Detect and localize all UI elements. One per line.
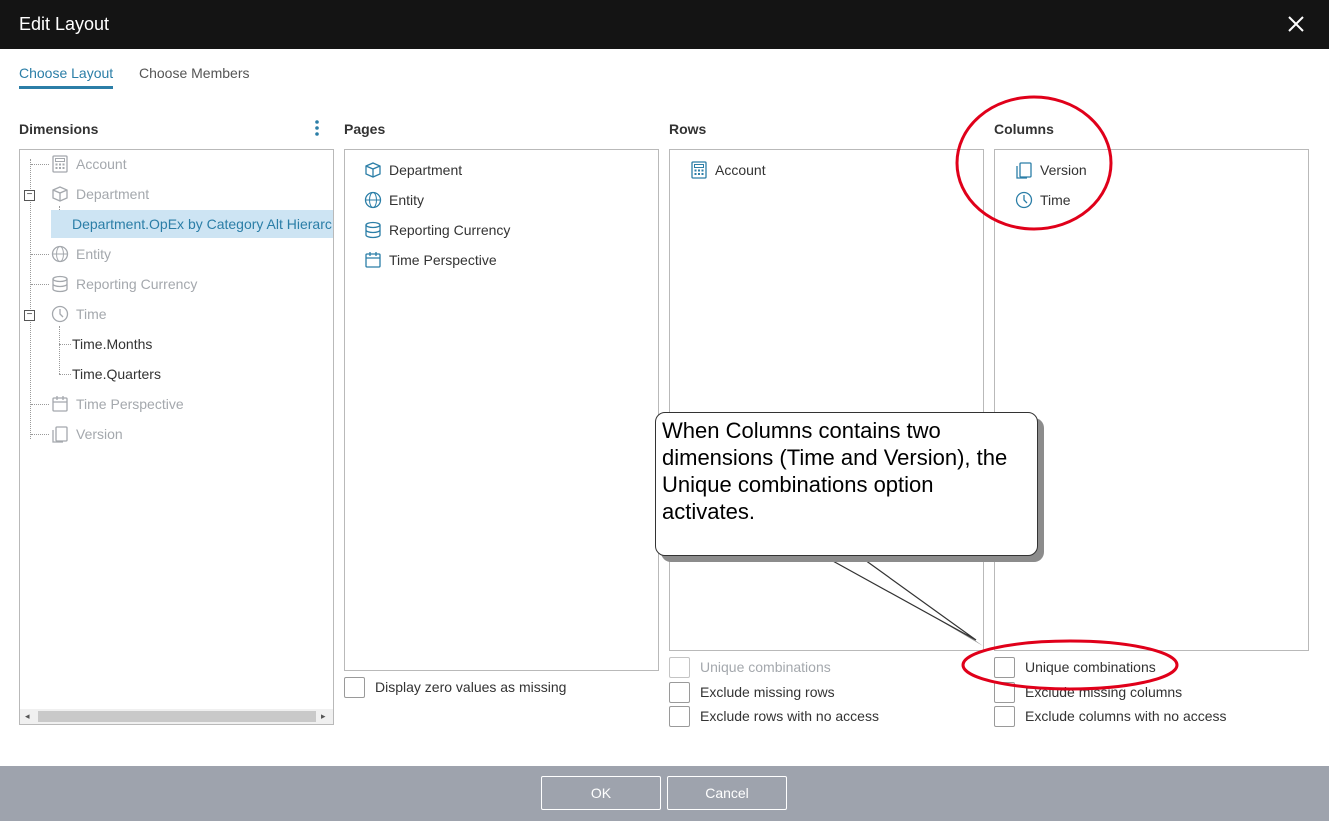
calendar-icon (50, 394, 70, 414)
tree-item-entity[interactable]: Entity (50, 244, 111, 264)
calendar-icon (363, 250, 383, 270)
tree-item-department[interactable]: Department (50, 184, 149, 204)
tree-item-label: Time (76, 306, 107, 322)
scroll-right-icon[interactable]: ▸ (321, 711, 326, 722)
exclude-missing-columns-checkbox[interactable] (994, 682, 1015, 703)
tree-line (31, 404, 49, 405)
tree-item-department-hierarchy[interactable]: Department.OpEx by Category Alt Hierarc (72, 214, 332, 234)
calculator-icon (50, 154, 70, 174)
tree-item-reporting-currency[interactable]: Reporting Currency (50, 274, 197, 294)
tree-item-version[interactable]: Version (50, 424, 123, 444)
cancel-button[interactable]: Cancel (667, 776, 787, 810)
tree-item-time-months[interactable]: Time.Months (72, 334, 152, 354)
tree-line (31, 434, 49, 435)
cube-icon (363, 160, 383, 180)
tab-choose-layout[interactable]: Choose Layout (19, 65, 114, 89)
display-zero-checkbox[interactable] (344, 677, 365, 698)
callout-text: When Columns contains two dimensions (Ti… (662, 418, 1008, 524)
columns-item-label: Time (1040, 192, 1071, 208)
tree-item-label: Department.OpEx by Category Alt Hierarc (72, 216, 332, 232)
pages-item-reporting-currency[interactable]: Reporting Currency (363, 220, 510, 240)
dialog-title: Edit Layout (19, 14, 110, 34)
exclude-missing-rows-checkbox[interactable] (669, 682, 690, 703)
coins-icon (363, 220, 383, 240)
pages-item-label: Department (389, 162, 463, 178)
columns-item-time[interactable]: Time (1014, 190, 1071, 210)
display-zero-label: Display zero values as missing (375, 679, 567, 695)
coins-icon (50, 274, 70, 294)
more-options-icon[interactable] (312, 119, 322, 137)
tree-item-label: Version (76, 426, 123, 442)
tree-item-label: Entity (76, 246, 112, 262)
rows-item-account[interactable]: Account (689, 160, 766, 180)
columns-dropzone[interactable] (994, 149, 1309, 651)
tree-line (31, 284, 49, 285)
tree-item-label: Time.Quarters (72, 366, 161, 382)
tree-line (59, 374, 71, 375)
dialog-titlebar (0, 0, 1329, 49)
tree-horizontal-scrollbar[interactable]: ◂ ▸ (20, 709, 333, 724)
tab-choose-members[interactable]: Choose Members (139, 65, 250, 86)
dialog-footer (0, 766, 1329, 821)
columns-unique-combinations-label: Unique combinations (1025, 659, 1156, 675)
tree-item-time[interactable]: Time (50, 304, 107, 324)
pages-item-label: Reporting Currency (389, 222, 511, 238)
tree-item-label: Account (76, 156, 127, 172)
scroll-left-icon[interactable]: ◂ (25, 711, 30, 722)
exclude-missing-columns-label: Exclude missing columns (1025, 684, 1183, 700)
columns-item-version[interactable]: Version (1014, 160, 1087, 180)
pages-header: Pages (344, 121, 386, 137)
tree-item-label: Time Perspective (76, 396, 184, 412)
tree-item-account[interactable]: Account (50, 154, 127, 174)
rows-unique-combinations-checkbox[interactable] (669, 657, 690, 678)
rows-unique-combinations-label: Unique combinations (700, 659, 831, 675)
tree-item-label: Time.Months (72, 336, 153, 352)
pages-item-entity[interactable]: Entity (363, 190, 424, 210)
exclude-columns-no-access-label: Exclude columns with no access (1025, 708, 1227, 724)
pages-item-label: Entity (389, 192, 425, 208)
clock-icon (50, 304, 70, 324)
columns-unique-combinations-checkbox[interactable] (994, 657, 1015, 678)
copy-icon (50, 424, 70, 444)
ok-button[interactable]: OK (541, 776, 661, 810)
close-icon[interactable] (1286, 14, 1306, 34)
dimensions-header: Dimensions (19, 121, 99, 137)
tree-item-label: Reporting Currency (76, 276, 198, 292)
exclude-columns-no-access-checkbox[interactable] (994, 706, 1015, 727)
columns-header: Columns (994, 121, 1054, 137)
tree-line (59, 344, 71, 345)
calculator-icon (689, 160, 709, 180)
collapse-time-toggle[interactable]: − (24, 310, 35, 321)
scrollbar-thumb[interactable] (38, 711, 316, 722)
tree-line (59, 326, 60, 374)
cube-icon (50, 184, 70, 204)
pages-item-time-perspective[interactable]: Time Perspective (363, 250, 497, 270)
columns-item-label: Version (1040, 162, 1087, 178)
tree-line (31, 164, 49, 165)
exclude-rows-no-access-label: Exclude rows with no access (700, 708, 879, 724)
tree-item-time-quarters[interactable]: Time.Quarters (72, 364, 161, 384)
rows-header: Rows (669, 121, 707, 137)
rows-item-label: Account (715, 162, 766, 178)
clock-icon (1014, 190, 1034, 210)
tree-item-label: Department (76, 186, 150, 202)
collapse-department-toggle[interactable]: − (24, 190, 35, 201)
exclude-missing-rows-label: Exclude missing rows (700, 684, 835, 700)
copy-icon (1014, 160, 1034, 180)
tree-line (30, 159, 31, 439)
pages-item-label: Time Perspective (389, 252, 497, 268)
globe-icon (50, 244, 70, 264)
pages-item-department[interactable]: Department (363, 160, 462, 180)
tree-line (31, 254, 49, 255)
rows-dropzone[interactable] (669, 149, 984, 651)
globe-icon (363, 190, 383, 210)
tree-item-time-perspective[interactable]: Time Perspective (50, 394, 184, 414)
exclude-rows-no-access-checkbox[interactable] (669, 706, 690, 727)
